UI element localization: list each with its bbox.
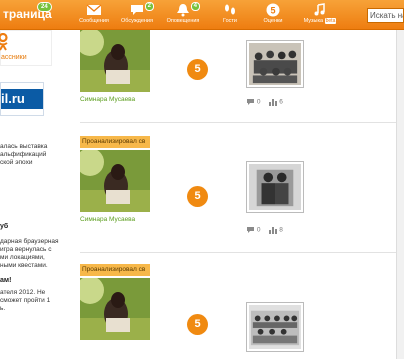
music-note-icon (314, 3, 325, 16)
news-line[interactable]: альфификаций (0, 151, 70, 159)
news-heading[interactable]: уб (0, 223, 70, 231)
feed-item: Симнара Мусаева 5 0 6 (80, 30, 400, 110)
nav-label: Гости (222, 18, 237, 24)
mail-ru-logo: il.ru (1, 89, 43, 109)
bar-chart-icon[interactable] (269, 98, 278, 106)
chat-bubble-icon (131, 5, 143, 15)
rated-photo-thumbnail[interactable] (246, 40, 304, 88)
comment-icon[interactable] (246, 98, 255, 106)
grade-5-icon: 5 (266, 3, 280, 17)
bar-chart-icon[interactable] (269, 226, 278, 234)
author-name-link[interactable]: Симнара Мусаева (80, 216, 135, 223)
news-line[interactable]: ми локациями, (0, 254, 70, 262)
grade-badge[interactable]: 5 (187, 59, 208, 80)
nav-music[interactable]: Музыка beta (300, 3, 340, 29)
svg-text:5: 5 (270, 6, 275, 16)
grade-badge[interactable]: 5 (187, 186, 208, 207)
nav-label: Обсуждения (121, 18, 153, 24)
grade-badge[interactable]: 5 (187, 314, 208, 335)
feed-item: Проанализировал св 5 (80, 264, 400, 359)
ok-widget[interactable]: ассники (0, 30, 52, 66)
nav-messages[interactable]: Сообщения (74, 3, 114, 29)
feed-item: Проанализировал св Симнара Мусаева 5 0 8 (80, 136, 400, 236)
divider (80, 252, 400, 253)
photo-stats: 0 6 (246, 98, 283, 106)
nav-grades[interactable]: 5 Оценки (253, 3, 293, 29)
comment-count: 0 (256, 98, 261, 106)
news-line[interactable]: ь. (0, 305, 70, 313)
rated-photo-thumbnail[interactable] (246, 302, 304, 352)
notifications-badge: 4 (190, 2, 200, 11)
view-count: 6 (279, 98, 283, 106)
nav-label: Оценки (263, 18, 283, 24)
news-line[interactable]: алась выставка (0, 143, 70, 151)
photo-stats: 0 8 (246, 226, 283, 234)
author-name-link[interactable]: Симнара Мусаева (80, 96, 135, 103)
top-navigation-bar: траница 24 Сообщения 2 Обсуждения 4 Опов… (0, 0, 404, 30)
activity-tag: Проанализировал св (80, 264, 150, 276)
news-heading[interactable]: ам! (0, 277, 70, 285)
news-line[interactable]: дарная браузерная (0, 238, 70, 246)
divider (80, 122, 400, 123)
nav-guests[interactable]: Гости (210, 3, 250, 29)
activity-tag: Проанализировал св (80, 136, 150, 148)
search-input[interactable]: Искать на (367, 8, 404, 23)
rated-photo-thumbnail[interactable] (246, 161, 304, 213)
vertical-scrollbar[interactable] (396, 30, 404, 359)
view-count: 8 (279, 226, 283, 234)
nav-notifications[interactable]: 4 Оповещения (163, 2, 203, 29)
footprints-icon (225, 4, 235, 15)
odnoklassniki-logo-icon (0, 33, 8, 51)
beta-badge: beta (324, 18, 337, 24)
discussions-badge: 2 (144, 2, 154, 11)
user-avatar-photo[interactable] (80, 150, 150, 212)
news-line[interactable]: ателя 2012. Не (0, 289, 70, 297)
envelope-icon (86, 4, 102, 15)
comment-icon[interactable] (246, 226, 255, 234)
news-line[interactable]: сможет пройти 1 (0, 297, 70, 305)
bell-icon (177, 4, 189, 17)
counter-badge: 24 (37, 2, 52, 12)
user-avatar-photo[interactable] (80, 278, 150, 340)
nav-label: Музыка beta (303, 18, 337, 24)
nav-label: Оповещения (166, 18, 200, 24)
ok-widget-link[interactable]: ассники (1, 54, 27, 61)
comment-count: 0 (256, 226, 261, 234)
user-avatar-photo[interactable] (80, 30, 150, 92)
nav-discussions[interactable]: 2 Обсуждения (117, 2, 157, 29)
mail-ru-banner[interactable]: il.ru (0, 82, 44, 116)
news-line[interactable]: ными квестами. (0, 262, 70, 270)
news-line[interactable]: ской эпохи (0, 159, 70, 167)
left-sidebar: ассники il.ru алась выставка альфификаци… (0, 30, 70, 359)
nav-label: Сообщения (79, 18, 109, 24)
news-line[interactable]: игра вернулась с (0, 246, 70, 254)
